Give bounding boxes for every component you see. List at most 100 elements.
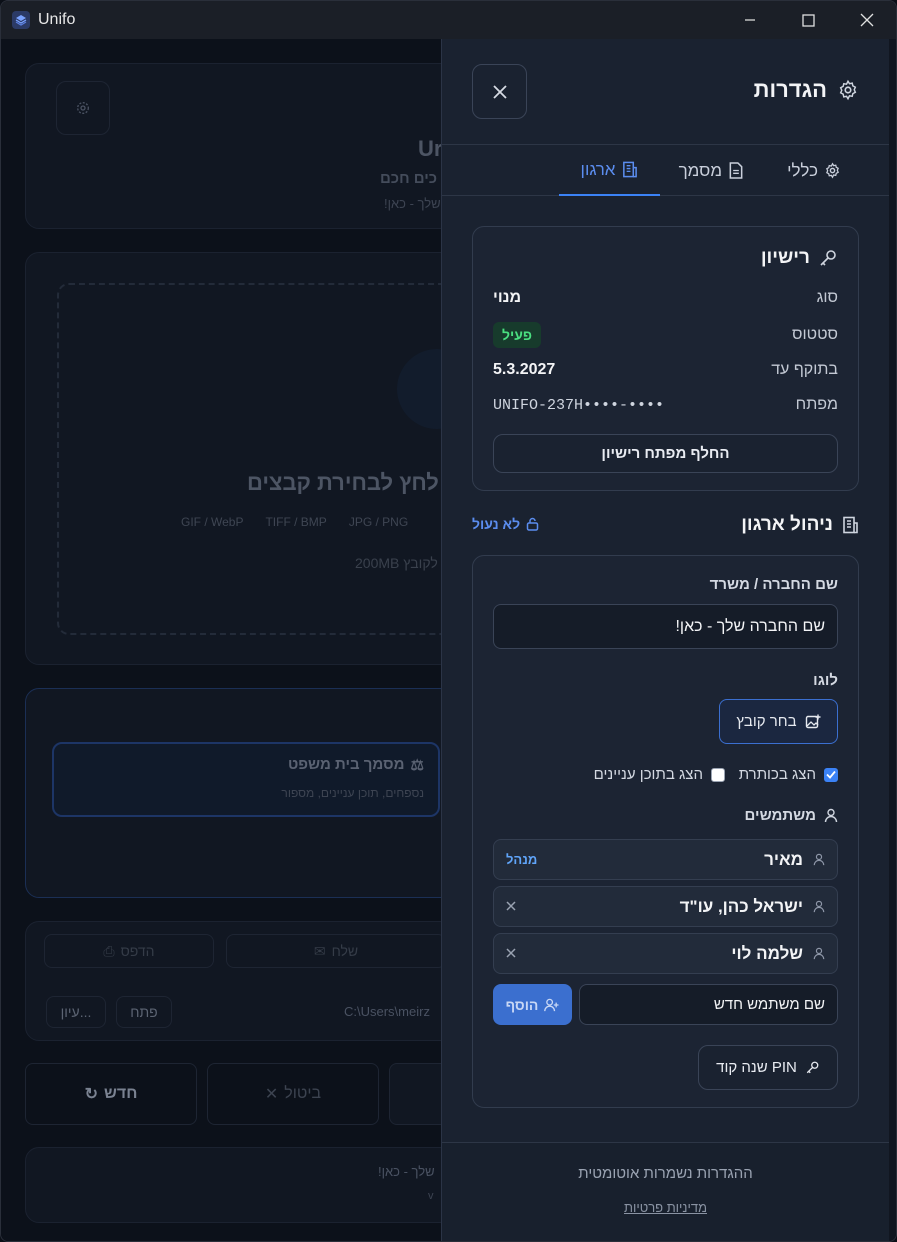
settings-title: הגדרות [753,77,827,102]
send-button[interactable]: ✉ שלח [226,934,441,968]
user-icon [813,947,825,960]
settings-title-row: הגדרות [754,77,859,103]
change-pin-button[interactable]: שנה קוד PIN [698,1045,838,1090]
autosave-note: ההגדרות נשמרות אוטומטית [578,1165,753,1182]
print-button[interactable]: ⎙ הדפס [44,934,214,968]
upload-card: לחץ לבחירת קבצים GIF / WebP TIFF / BMP J… [25,252,441,665]
doc-type-option[interactable]: ⚖ מסמך בית משפט נספחים, תוכן עניינים, מס… [52,742,440,817]
printer-icon: ⎙ [103,942,115,959]
close-window-button[interactable] [838,1,896,39]
user-item: מאיר מנהל [493,839,838,880]
tab-document[interactable]: מסמך [679,145,744,196]
drop-text: לחץ לבחירת קבצים [247,470,439,495]
license-status-label: סטטוס [791,326,838,343]
remove-user-button[interactable] [506,899,516,914]
license-type-row: מנוי סוג [493,289,838,307]
scale-icon: ⚖ [410,757,424,774]
cancel-button[interactable]: ✕ ביטול [207,1063,379,1125]
mail-icon: ✉ [313,942,326,959]
minimize-button[interactable] [721,1,779,39]
license-section: רישיון מנוי סוג פעיל סטטוס 5.3.2027 בתוק… [472,226,859,491]
show-toc-label: הצג בתוכן עניינים [593,766,703,783]
cancel-label: ביטול [284,1085,322,1102]
show-header-checkbox[interactable]: הצג בכותרת [739,766,838,783]
tab-document-label: מסמך [678,160,722,180]
header-card: Ur כים חכם שלך - כאן! [25,63,441,229]
scrollbar[interactable] [889,39,896,1241]
size-note: 200MB לקובץ [355,555,438,571]
privacy-link[interactable]: מדיניות פרטיות [442,1200,889,1215]
format-item: JPG / PNG [348,515,409,529]
close-settings-button[interactable] [472,64,527,119]
choose-file-button[interactable]: בחר קובץ [719,699,838,744]
users-title-row: משתמשים [745,807,838,824]
company-label: שם החברה / משרד [709,576,838,593]
path-text: C:\Users\meirz [344,1004,430,1019]
key-icon [806,1061,819,1074]
new-button[interactable]: ↻ חדש [25,1063,197,1125]
print-label: הדפס [120,943,155,959]
key-icon [820,250,836,266]
tab-general[interactable]: כללי [787,145,841,196]
user-icon [824,808,838,823]
new-user-input[interactable]: שם משתמש חדש [579,984,838,1025]
close-icon [492,84,507,99]
user-icon [813,900,825,913]
gear-icon [826,162,839,179]
org-section: שם החברה / משרד שם החברה שלך - כאן! לוגו… [472,555,859,1108]
main-app-background: Ur כים חכם שלך - כאן! לחץ לבחירת קבצים G… [1,39,441,1241]
format-item: TIFF / BMP [265,515,327,529]
building-icon [843,516,858,534]
remove-user-button[interactable] [506,946,516,961]
tab-general-label: כללי [787,160,818,180]
org-title-row: ניהול ארגון [741,514,859,536]
footer-tagline-partial: שלך - כאן! [378,1164,435,1179]
replace-license-button[interactable]: החלף מפתח רישיון [493,434,838,473]
add-user-button[interactable]: הוסף [493,984,572,1025]
settings-panel: הגדרות כללי מסמך ארגון רישיון מנוי סוג פ… [441,39,889,1241]
choose-file-label: בחר קובץ [736,713,797,730]
footer-version-partial: v [428,1190,434,1202]
close-icon [506,948,516,958]
users-label: משתמשים [744,807,816,824]
doc-type-card: ⚖ מסמך בית משפט נספחים, תוכן עניינים, מס… [25,688,441,898]
browse-button[interactable]: עיון... [46,996,106,1028]
x-icon: ✕ [264,1086,279,1103]
user-icon [813,853,825,866]
open-button[interactable]: פתח [116,996,172,1028]
user-name: מאיר [764,849,803,869]
checkbox-checked[interactable] [824,767,838,782]
upload-icon [397,349,441,429]
tagline-partial: שלך - כאן! [384,196,441,211]
drop-zone[interactable]: לחץ לבחירת קבצים GIF / WebP TIFF / BMP J… [57,283,441,635]
license-valid-label: בתוקף עד [771,361,838,378]
company-name-field[interactable]: שם החברה שלך - כאן! [493,604,838,649]
license-key-row: UNIFO-237H••••-•••• מפתח [493,396,838,414]
window-title: Unifo [38,11,76,28]
tab-organization-label: ארגון [580,159,616,179]
user-item: ישראל כהן, עו"ד [493,886,838,927]
new-label: חדש [104,1085,138,1102]
process-button[interactable] [389,1063,441,1125]
user-plus-icon [544,998,559,1011]
show-toc-checkbox[interactable]: הצג בתוכן עניינים [594,766,725,783]
settings-gear-button[interactable] [56,81,110,135]
app-window: Unifo Ur כים חכם שלך - כאן! לחץ לבחירת ק… [0,0,897,1242]
show-header-label: הצג בכותרת [738,766,816,783]
building-icon [623,161,638,178]
lock-status-label: לא נעול [472,516,521,532]
admin-badge: מנהל [506,852,538,867]
license-status-row: פעיל סטטוס [493,322,838,348]
license-title-row: רישיון [761,247,838,269]
maximize-button[interactable] [779,1,837,39]
image-add-icon [805,714,821,728]
checkbox-unchecked[interactable] [711,767,725,782]
doc-type-desc: נספחים, תוכן עניינים, מספור [281,786,424,800]
user-item: שלמה לוי [493,933,838,974]
unlock-icon [526,517,539,531]
doc-type-title: מסמך בית משפט [287,756,405,773]
document-icon [729,162,743,179]
actions-card: ⎙ הדפס ✉ שלח עיון... פתח C:\Users\meirz [25,921,441,1041]
tab-organization[interactable]: ארגון [559,145,660,196]
lock-status[interactable]: לא נעול [472,516,539,532]
